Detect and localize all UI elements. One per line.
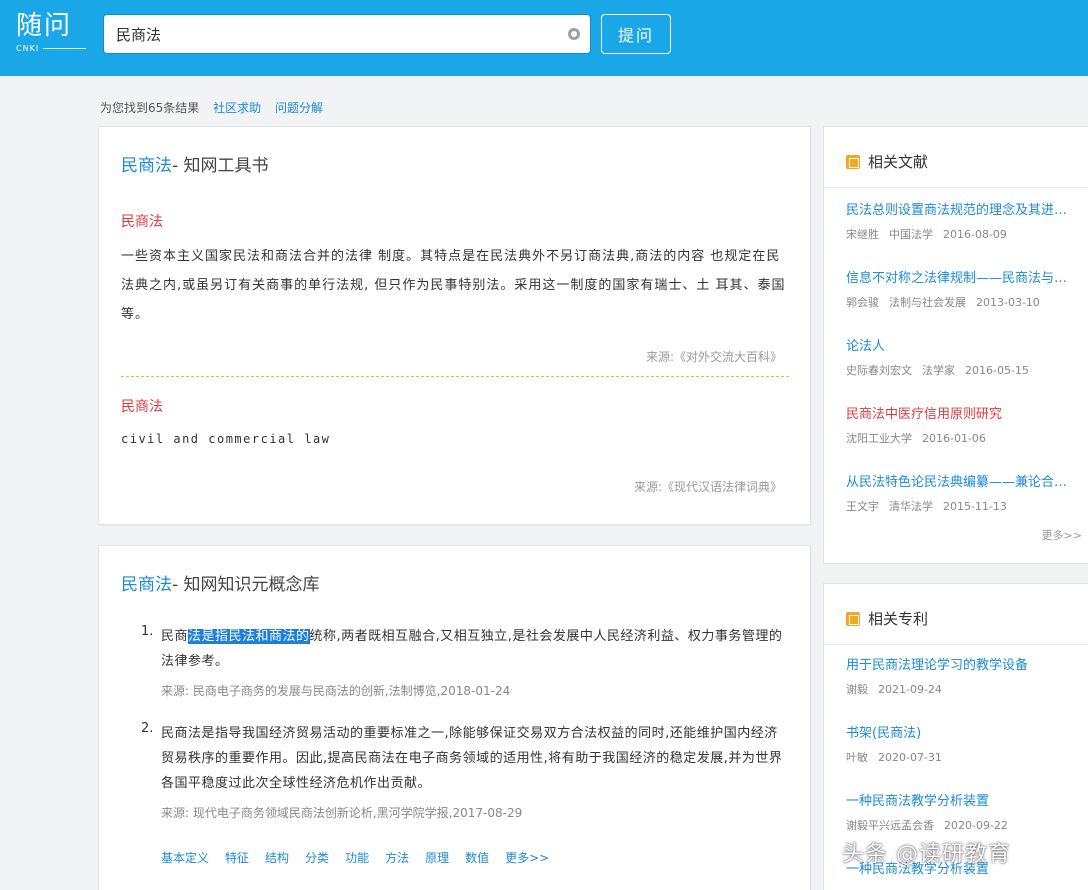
- link-structure[interactable]: 结构: [265, 849, 289, 866]
- entry-source[interactable]: 来源:《对外交流大百科》: [646, 348, 782, 365]
- entry-term: 民商法: [121, 399, 163, 415]
- card-title: 民商法- 知网工具书: [121, 156, 269, 176]
- link-more[interactable]: 更多>>: [505, 849, 549, 866]
- panel-title: 相关文献: [846, 151, 928, 172]
- list-item: 1. 民商法是指民法和商法的统称,两者既相互融合,又相互独立,是社会发展中人民经…: [141, 624, 783, 698]
- card-title-term[interactable]: 民商法: [121, 575, 172, 595]
- entry-term: 民商法: [121, 214, 163, 230]
- search-box: [103, 14, 591, 54]
- link-basic-definition[interactable]: 基本定义: [161, 849, 209, 866]
- patent-item[interactable]: 一种民商法教学分析装置 谢毅平兴远孟会香 2020-09-22: [846, 790, 1086, 833]
- watermark: 头条 @读研教育: [842, 842, 1011, 867]
- item-source: 来源: 现代电子商务领域民商法创新论析,黑河学院学报,2017-08-29: [161, 806, 523, 820]
- top-header: 随问 CNKI 提问: [0, 0, 1088, 76]
- entry-definition: 一些资本主义国家民法和商法合并的法律 制度。其特点是在民法典外不另订商法典,商法…: [121, 249, 786, 322]
- link-principle[interactable]: 原理: [425, 849, 449, 866]
- link-features[interactable]: 特征: [225, 849, 249, 866]
- clear-search-icon[interactable]: [568, 28, 580, 40]
- literature-item[interactable]: 从民法特色论民法典编纂——兼论合… 王文宇 清华法学 2015-11-13: [846, 471, 1086, 514]
- literature-item[interactable]: 论法人 史际春刘宏文 法学家 2016-05-15: [846, 335, 1086, 378]
- text-highlight: 法是指民法和商法的: [188, 629, 310, 644]
- list-item: 2. 民商法是指导我国经济贸易活动的重要标准之一,除能够保证交易双方合法权益的同…: [141, 721, 783, 820]
- ask-button[interactable]: 提问: [601, 14, 671, 54]
- result-count: 为您找到65条结果: [100, 101, 200, 115]
- search-input[interactable]: [104, 15, 544, 53]
- item-source: 来源: 民商电子商务的发展与民商法的创新,法制博览,2018-01-24: [161, 684, 511, 698]
- link-function[interactable]: 功能: [345, 849, 369, 866]
- card-title: 民商法- 知网知识元概念库: [121, 575, 320, 595]
- card-title-term[interactable]: 民商法: [121, 156, 172, 176]
- link-classification[interactable]: 分类: [305, 849, 329, 866]
- concept-links: 基本定义 特征 结构 分类 功能 方法 原理 数值 更多>>: [161, 849, 549, 866]
- entry-source[interactable]: 来源:《现代汉语法律词典》: [634, 478, 782, 495]
- patent-icon: [846, 611, 860, 626]
- more-link[interactable]: 更多>>: [1042, 527, 1082, 543]
- knowledge-concept-card: 民商法- 知网知识元概念库 1. 民商法是指民法和商法的统称,两者既相互融合,又…: [98, 545, 811, 890]
- literature-item[interactable]: 民商法中医疗信用原则研究 沈阳工业大学 2016-01-06: [846, 403, 1086, 446]
- logo-text: 随问: [16, 11, 73, 41]
- link-method[interactable]: 方法: [385, 849, 409, 866]
- site-logo[interactable]: 随问 CNKI: [16, 10, 86, 60]
- result-summary: 为您找到65条结果 社区求助 问题分解: [100, 99, 323, 116]
- literature-item[interactable]: 信息不对称之法律规制——民商法与… 郭会骏 法制与社会发展 2013-03-10: [846, 267, 1086, 310]
- entry-english: civil and commercial law: [121, 432, 331, 446]
- literature-item[interactable]: 民法总则设置商法规范的理念及其进… 宋继胜 中国法学 2016-08-09: [846, 199, 1086, 242]
- reference-book-card: 民商法- 知网工具书 民商法 一些资本主义国家民法和商法合并的法律 制度。其特点…: [98, 126, 811, 525]
- logo-subtext: CNKI: [16, 44, 86, 53]
- patent-item[interactable]: 用于民商法理论学习的教学设备 谢毅 2021-09-24: [846, 654, 1086, 697]
- question-breakdown-link[interactable]: 问题分解: [275, 101, 323, 115]
- community-help-link[interactable]: 社区求助: [213, 101, 261, 115]
- link-values[interactable]: 数值: [465, 849, 489, 866]
- document-icon: [846, 154, 860, 169]
- panel-title: 相关专利: [846, 608, 928, 629]
- divider: [121, 376, 789, 377]
- patent-item[interactable]: 书架(民商法) 叶敏 2020-07-31: [846, 722, 1086, 765]
- related-literature-panel: 相关文献 民法总则设置商法规范的理念及其进… 宋继胜 中国法学 2016-08-09…: [823, 126, 1088, 564]
